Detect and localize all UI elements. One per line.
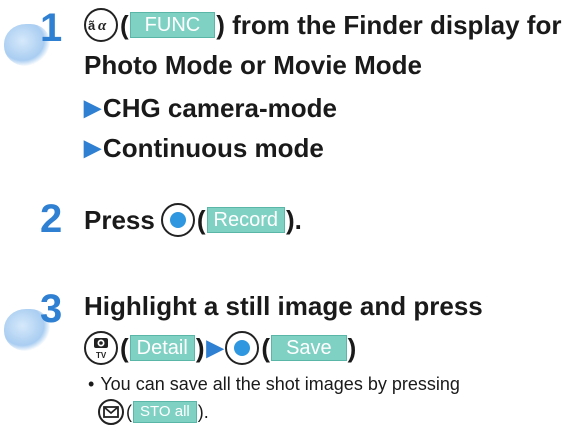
paren-open: ( (126, 402, 132, 422)
center-key-icon (160, 203, 195, 237)
softkey-save: Save (271, 335, 347, 361)
step-2-line: Press ( Record ). (84, 203, 302, 237)
option-label: CHG camera-mode (102, 93, 337, 123)
svg-text:ã: ã (88, 18, 96, 33)
softkey-record: Record (206, 207, 285, 233)
step-3: 3 Highlight a still image and press TV (… (0, 285, 581, 436)
svg-text:α: α (98, 18, 107, 34)
step-1: 1 ã α ( FUNC ) from the Finder display f… (0, 0, 581, 170)
step-3-bullet: • You can save all the shot images by pr… (88, 371, 460, 397)
step-2-press: Press (84, 205, 155, 235)
paren-close: ). (286, 205, 302, 235)
right-triangle-arrow-icon: ▶ (84, 135, 101, 160)
paren-close: ). (197, 402, 209, 422)
option-continuous-mode: ▶ Continuous mode (84, 133, 324, 163)
camera-tv-key-icon: TV (84, 331, 118, 365)
step-1-line-1: ã α ( FUNC ) from the Finder display for (84, 8, 561, 42)
func-key-icon: ã α (84, 8, 118, 42)
step-3-line-2: TV ( Detail ) ▶ ( Save ) (84, 331, 356, 365)
softkey-sto-all: STO all (133, 401, 197, 423)
paren-close: ) (195, 333, 205, 363)
svg-text:TV: TV (96, 351, 107, 360)
step-3-line-1: Highlight a still image and press (84, 291, 483, 321)
bullet-icon: • (88, 374, 95, 394)
option-label: Continuous mode (102, 133, 324, 163)
option-chg-camera-mode: ▶ CHG camera-mode (84, 93, 337, 123)
right-triangle-arrow-icon: ▶ (206, 335, 224, 360)
step-2-number: 2 (40, 197, 63, 241)
right-triangle-arrow-icon: ▶ (84, 95, 101, 120)
step-2: 2 Press ( Record ). (0, 195, 581, 255)
step-1-number: 1 (40, 6, 63, 50)
bullet-text: You can save all the shot images by pres… (100, 374, 460, 394)
paren-open: ( (120, 10, 129, 40)
softkey-func: FUNC (129, 12, 216, 38)
step-1-line-2: Photo Mode or Movie Mode (84, 50, 422, 80)
paren-open: ( (196, 205, 206, 235)
softkey-detail: Detail (129, 335, 195, 361)
step-1-text: ) from the Finder display for (216, 10, 562, 40)
center-key-icon (225, 331, 260, 365)
paren-close: ) (347, 333, 357, 363)
paren-open: ( (120, 333, 129, 363)
mail-key-icon (98, 399, 124, 425)
paren-open: ( (261, 333, 271, 363)
step-3-number: 3 (40, 287, 63, 331)
step-3-bullet-line-2: ( STO all ). (98, 399, 209, 425)
